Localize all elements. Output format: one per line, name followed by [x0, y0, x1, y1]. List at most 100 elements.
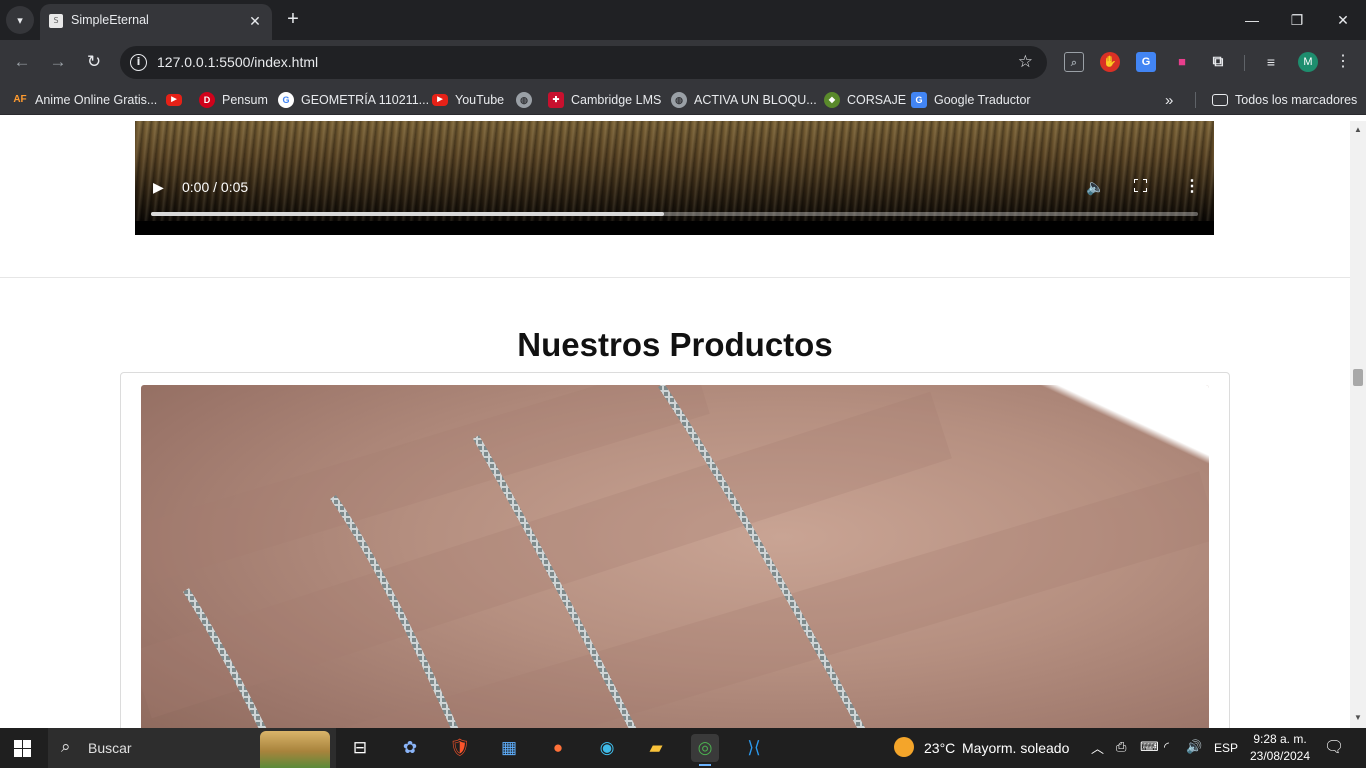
- translate-extension-icon[interactable]: G: [1136, 52, 1156, 72]
- forward-button[interactable]: →: [46, 50, 70, 74]
- start-windows-icon[interactable]: [14, 740, 31, 757]
- bookmark-activa[interactable]: ◍ ACTIVA UN BLOQU...: [671, 91, 817, 109]
- bookmarks-bar: AF Anime Online Gratis... ▶ D Pensum G G…: [0, 85, 1366, 115]
- bookmark-star-icon[interactable]: ☆: [1018, 52, 1033, 72]
- bookmark-cambridge[interactable]: ✚ Cambridge LMS: [548, 91, 661, 109]
- scroll-up-icon[interactable]: ▲: [1354, 125, 1362, 134]
- site-info-icon[interactable]: i: [130, 54, 147, 71]
- volume-icon[interactable]: 🔈: [1086, 178, 1105, 196]
- chrome-icon[interactable]: ◎: [691, 734, 719, 766]
- bookmark-label: GEOMETRÍA 110211...: [301, 93, 430, 107]
- vscode-icon[interactable]: ⟩⟨: [740, 734, 768, 762]
- language-indicator[interactable]: ESP: [1214, 741, 1238, 755]
- wifi-icon[interactable]: ◜: [1164, 739, 1169, 755]
- firefox-icon[interactable]: ●: [544, 734, 572, 762]
- tray-chevron-icon[interactable]: ︿: [1091, 738, 1104, 757]
- address-bar[interactable]: i 127.0.0.1:5500/index.html ☆: [120, 46, 1047, 79]
- play-icon[interactable]: ▶: [153, 179, 164, 196]
- tab-favicon-icon: S: [49, 14, 63, 28]
- microsoft-store-icon[interactable]: ▦: [495, 734, 523, 762]
- scroll-down-icon[interactable]: ▼: [1354, 713, 1362, 722]
- google-translate-icon: G: [911, 92, 927, 108]
- bookmark-anime[interactable]: AF Anime Online Gratis...: [12, 91, 157, 109]
- weather-temp[interactable]: 23°C: [924, 740, 955, 756]
- clock-time: 9:28 a. m.: [1253, 732, 1307, 746]
- file-explorer-icon[interactable]: ▰: [642, 734, 670, 762]
- bookmark-google-translate[interactable]: G Google Traductor: [911, 91, 1031, 109]
- youtube-icon: ▶: [166, 94, 182, 106]
- windows-taskbar: ⌕ Buscar ⊟ ✿ 🛡 ▦ ● ◉ ▰ ◎ ⟩⟨ 23°C Mayorm.…: [0, 728, 1366, 768]
- bookmarks-overflow-chevron-icon[interactable]: »: [1165, 91, 1173, 109]
- bookmark-globe[interactable]: ◍: [516, 91, 539, 109]
- page-viewport: ▶ 0:00 / 0:05 🔈 ⋮ Nuestros Productos: [0, 121, 1350, 728]
- globe-icon: ◍: [516, 92, 532, 108]
- edge-icon[interactable]: ◉: [593, 734, 621, 762]
- notifications-icon[interactable]: 🗨: [1324, 737, 1344, 757]
- bookmark-youtube-1[interactable]: ▶: [166, 91, 189, 109]
- extensions-puzzle-icon[interactable]: ⧉: [1208, 52, 1228, 72]
- lens-search-icon[interactable]: ⌕: [1064, 52, 1084, 72]
- taskbar-search[interactable]: ⌕ Buscar: [48, 728, 336, 768]
- product-card: [120, 372, 1230, 728]
- task-view-icon[interactable]: ⊟: [346, 734, 374, 762]
- bookmark-label: Anime Online Gratis...: [35, 93, 158, 107]
- tab-close-icon[interactable]: ✕: [246, 12, 264, 30]
- back-button[interactable]: ←: [10, 50, 34, 74]
- close-window-button[interactable]: ✕: [1328, 8, 1358, 32]
- meet-icon[interactable]: ⎙: [1116, 739, 1126, 755]
- section-divider: [0, 277, 1350, 278]
- tab-strip: ▾ S SimpleEternal ✕ + — ❐ ✕: [0, 0, 1366, 40]
- weather-sun-icon[interactable]: [894, 737, 914, 757]
- minimize-button[interactable]: —: [1237, 8, 1267, 32]
- clock-date: 23/08/2024: [1249, 749, 1311, 763]
- youtube-icon: ▶: [432, 94, 448, 106]
- folder-icon: [1212, 94, 1228, 106]
- page-scrollbar[interactable]: ▲ ▼: [1350, 121, 1366, 728]
- keyboard-icon[interactable]: ⌨: [1140, 739, 1159, 755]
- video-time: 0:00 / 0:05: [182, 179, 249, 195]
- bookmark-youtube-2[interactable]: ▶ YouTube: [432, 91, 504, 109]
- bookmark-label: ACTIVA UN BLOQU...: [694, 93, 817, 107]
- video-controls: ▶ 0:00 / 0:05 🔈 ⋮: [135, 121, 1214, 235]
- taskbar-clock[interactable]: 9:28 a. m. 23/08/2024: [1236, 731, 1324, 765]
- profile-avatar[interactable]: M: [1298, 52, 1318, 72]
- pensum-icon: D: [199, 92, 215, 108]
- adblock-extension-icon[interactable]: ✋: [1100, 52, 1120, 72]
- google-icon: G: [278, 92, 294, 108]
- bookmark-label: Cambridge LMS: [571, 93, 662, 107]
- fullscreen-icon[interactable]: [1134, 179, 1147, 192]
- bookmark-label: Google Traductor: [934, 93, 1031, 107]
- browser-toolbar: ← → ↻ i 127.0.0.1:5500/index.html ☆ ⌕ ✋ …: [0, 40, 1366, 85]
- speaker-icon[interactable]: 🔊: [1186, 739, 1202, 755]
- restore-button[interactable]: ❐: [1282, 8, 1312, 32]
- bookmark-pensum[interactable]: D Pensum: [199, 91, 268, 109]
- cambridge-icon: ✚: [548, 92, 564, 108]
- video-more-icon[interactable]: ⋮: [1184, 176, 1200, 196]
- chain-illustration: [141, 385, 1209, 728]
- browser-menu-icon[interactable]: ⋮: [1335, 51, 1351, 73]
- section-title: Nuestros Productos: [517, 326, 833, 363]
- copilot-icon[interactable]: ✿: [396, 734, 424, 762]
- new-tab-button[interactable]: +: [282, 8, 304, 30]
- bookmark-geometria[interactable]: G GEOMETRÍA 110211...: [278, 91, 429, 109]
- tab-active[interactable]: S SimpleEternal ✕: [40, 4, 272, 40]
- media-control-icon[interactable]: ≡: [1261, 52, 1281, 72]
- bookmark-corsaje[interactable]: ◆ CORSAJE: [824, 91, 906, 109]
- tab-title: SimpleEternal: [71, 13, 149, 27]
- reload-button[interactable]: ↻: [82, 50, 106, 74]
- url-text[interactable]: 127.0.0.1:5500/index.html: [157, 54, 318, 70]
- brave-browser-icon[interactable]: 🛡: [446, 734, 474, 762]
- all-bookmarks-folder[interactable]: Todos los marcadores: [1212, 91, 1357, 109]
- toolbar-divider: [1244, 55, 1245, 71]
- tab-search-button[interactable]: ▾: [6, 6, 34, 34]
- video-progress-bar[interactable]: [151, 212, 1198, 216]
- video-player[interactable]: ▶ 0:00 / 0:05 🔈 ⋮: [135, 121, 1214, 235]
- globe-icon: ◍: [671, 92, 687, 108]
- video-progress-fill: [151, 212, 665, 216]
- search-highlight-image: [260, 731, 330, 768]
- bookmarks-divider: [1195, 92, 1196, 108]
- scrollbar-thumb[interactable]: [1353, 369, 1363, 386]
- media-extension-icon[interactable]: ■: [1172, 52, 1192, 72]
- weather-description[interactable]: Mayorm. soleado: [962, 740, 1069, 756]
- corsaje-icon: ◆: [824, 92, 840, 108]
